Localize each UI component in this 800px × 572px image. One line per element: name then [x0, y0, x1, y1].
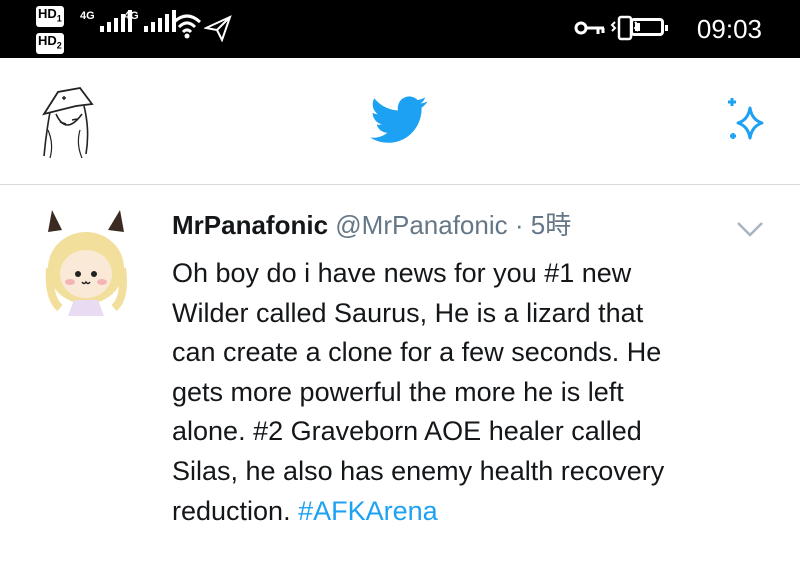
profile-avatar[interactable]	[36, 84, 96, 160]
tweet-line: alone. #2 Graveborn AOE healer called	[172, 416, 642, 447]
tweet-line: Silas, he also has enemy health recovery	[172, 455, 665, 486]
twitter-bird-icon[interactable]	[370, 96, 428, 144]
hd-voice-badge-1: HD1	[36, 6, 64, 27]
sparkle-icon[interactable]	[720, 96, 774, 148]
clock: 09:03	[696, 14, 762, 44]
hd-voice-badge-2: HD2	[36, 33, 64, 54]
airplane-send-icon	[204, 15, 232, 42]
battery-icon	[630, 18, 668, 36]
display-name[interactable]: MrPanafonic	[172, 210, 328, 240]
tweet-line: gets more powerful the more he is left	[172, 376, 624, 407]
hashtag-link[interactable]: #AFKArena	[298, 496, 438, 526]
tweet-header: MrPanafonic @MrPanafonic · 5時	[172, 205, 571, 242]
user-handle[interactable]: @MrPanafonic	[335, 210, 507, 240]
tweet-line: can create a clone for a few seconds. He	[172, 337, 662, 368]
tweet-author-avatar[interactable]	[44, 208, 128, 318]
tweet-line: Wilder called Saurus, He is a lizard tha…	[172, 297, 644, 328]
tweet-line: Oh boy do i have news for you #1 new	[172, 258, 632, 288]
chevron-down-icon[interactable]	[732, 215, 768, 241]
tweet-text: Oh boy do i have news for you #1 new Wil…	[172, 254, 772, 531]
signal-icon: 4G	[124, 10, 176, 32]
key-icon	[574, 21, 605, 35]
tweet-line-last: reduction. #AFKArena	[172, 495, 438, 526]
tweet-age[interactable]: 5時	[531, 210, 571, 240]
separator-dot: ·	[514, 210, 524, 240]
status-bar: HD1 HD2 4G 4G 09:03	[0, 0, 800, 58]
wifi-icon	[172, 14, 202, 39]
